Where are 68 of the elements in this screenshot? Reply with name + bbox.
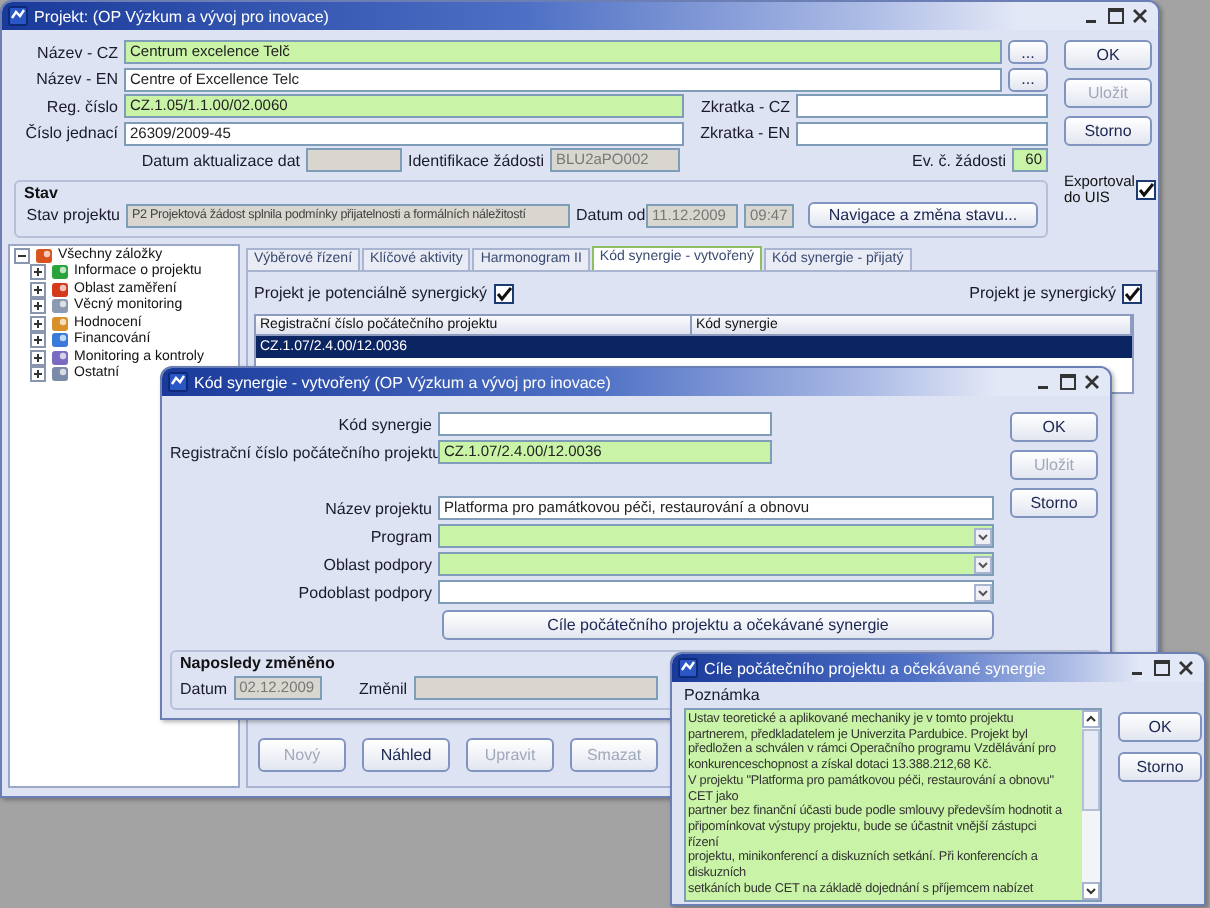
dialog-button[interactable]: Storno	[1010, 488, 1098, 518]
expand-icon[interactable]	[30, 315, 46, 332]
field-label: Ev. č. žádosti	[910, 151, 1006, 169]
checkbox-label: Projekt je synergický	[969, 284, 1116, 302]
field-label: Oblast podpory	[321, 555, 432, 573]
close-icon[interactable]	[1178, 660, 1194, 676]
field-label: Kód synergie	[336, 415, 432, 433]
window-title: Kód synergie - vytvořený (OP Výzkum a vývoj pro inovace)	[194, 373, 613, 391]
field-label: Zkratka - EN	[698, 124, 790, 142]
dropdown-field[interactable]	[438, 552, 994, 576]
dropdown-arrow-icon[interactable]	[974, 527, 992, 545]
text-field[interactable]	[796, 94, 1048, 118]
checkbox[interactable]	[1122, 283, 1142, 303]
dialog-button[interactable]: OK	[1010, 412, 1098, 442]
group-title: Naposledy změněno	[180, 654, 335, 672]
checkbox[interactable]	[493, 283, 514, 303]
field-label: Datum	[180, 679, 228, 697]
field-label: Zkratka - CZ	[699, 97, 790, 115]
expand-icon[interactable]	[30, 264, 46, 281]
group-title: Stav	[24, 183, 58, 201]
collapse-icon[interactable]	[14, 247, 30, 264]
field-label: Název - CZ	[35, 43, 118, 61]
browse-button[interactable]: ...	[1008, 40, 1048, 64]
expand-icon[interactable]	[30, 366, 46, 383]
field-label: Název - EN	[34, 70, 118, 88]
dropdown-field[interactable]	[438, 580, 994, 604]
window-title: Projekt: (OP Výzkum a vývoj pro inovace)	[34, 7, 331, 25]
dialog-button[interactable]: Storno	[1064, 116, 1152, 146]
text-field[interactable]	[438, 412, 772, 436]
dropdown-field[interactable]	[438, 524, 994, 548]
dropdown-arrow-icon[interactable]	[974, 583, 992, 601]
field-label: Název projektu	[323, 499, 432, 517]
dialog-button[interactable]: Storno	[1118, 752, 1202, 782]
field-label: Program	[368, 527, 432, 545]
close-icon[interactable]	[1084, 374, 1100, 390]
dropdown-arrow-icon[interactable]	[974, 555, 992, 573]
field-label: Datum od	[576, 206, 640, 224]
field-label: Podoblast podpory	[296, 583, 432, 601]
expand-icon[interactable]	[30, 332, 46, 349]
checkbox-label: Projekt je potenciálně synergický	[254, 284, 488, 302]
window-icon	[8, 6, 28, 26]
close-icon[interactable]	[1132, 8, 1148, 24]
dialog-button[interactable]: OK	[1118, 712, 1202, 742]
maximize-icon[interactable]	[1060, 374, 1076, 390]
window-icon	[168, 372, 188, 392]
maximize-icon[interactable]	[1108, 8, 1124, 24]
field-label: Poznámka	[684, 686, 762, 704]
date-field	[306, 148, 402, 172]
window-icon	[678, 658, 698, 678]
expand-icon[interactable]	[30, 281, 46, 298]
browse-button[interactable]: ...	[1008, 67, 1048, 91]
maximize-icon[interactable]	[1154, 660, 1170, 676]
expand-icon[interactable]	[30, 349, 46, 366]
field-label: Identifikace žádosti	[408, 151, 544, 169]
field-label: Číslo jednací	[23, 124, 118, 142]
checkbox[interactable]	[1136, 180, 1156, 200]
field-label: Datum aktualizace dat	[139, 151, 300, 169]
window-title: Cíle počátečního projektu a očekávané synergie	[704, 659, 1048, 677]
goals-button[interactable]: Cíle počátečního projektu a očekávané synergie	[442, 610, 994, 640]
scrollbar[interactable]	[1082, 710, 1100, 900]
field-label: Reg. číslo	[44, 97, 118, 115]
field-label: Změnil	[357, 679, 408, 697]
text-field[interactable]	[796, 121, 1048, 145]
field-label: Stav projektu	[24, 206, 120, 224]
action-button[interactable]: Náhled	[362, 737, 450, 771]
navigation-button[interactable]: Navigace a změna stavu...	[808, 202, 1038, 228]
dialog-button[interactable]: OK	[1064, 40, 1152, 70]
expand-icon[interactable]	[30, 298, 46, 315]
